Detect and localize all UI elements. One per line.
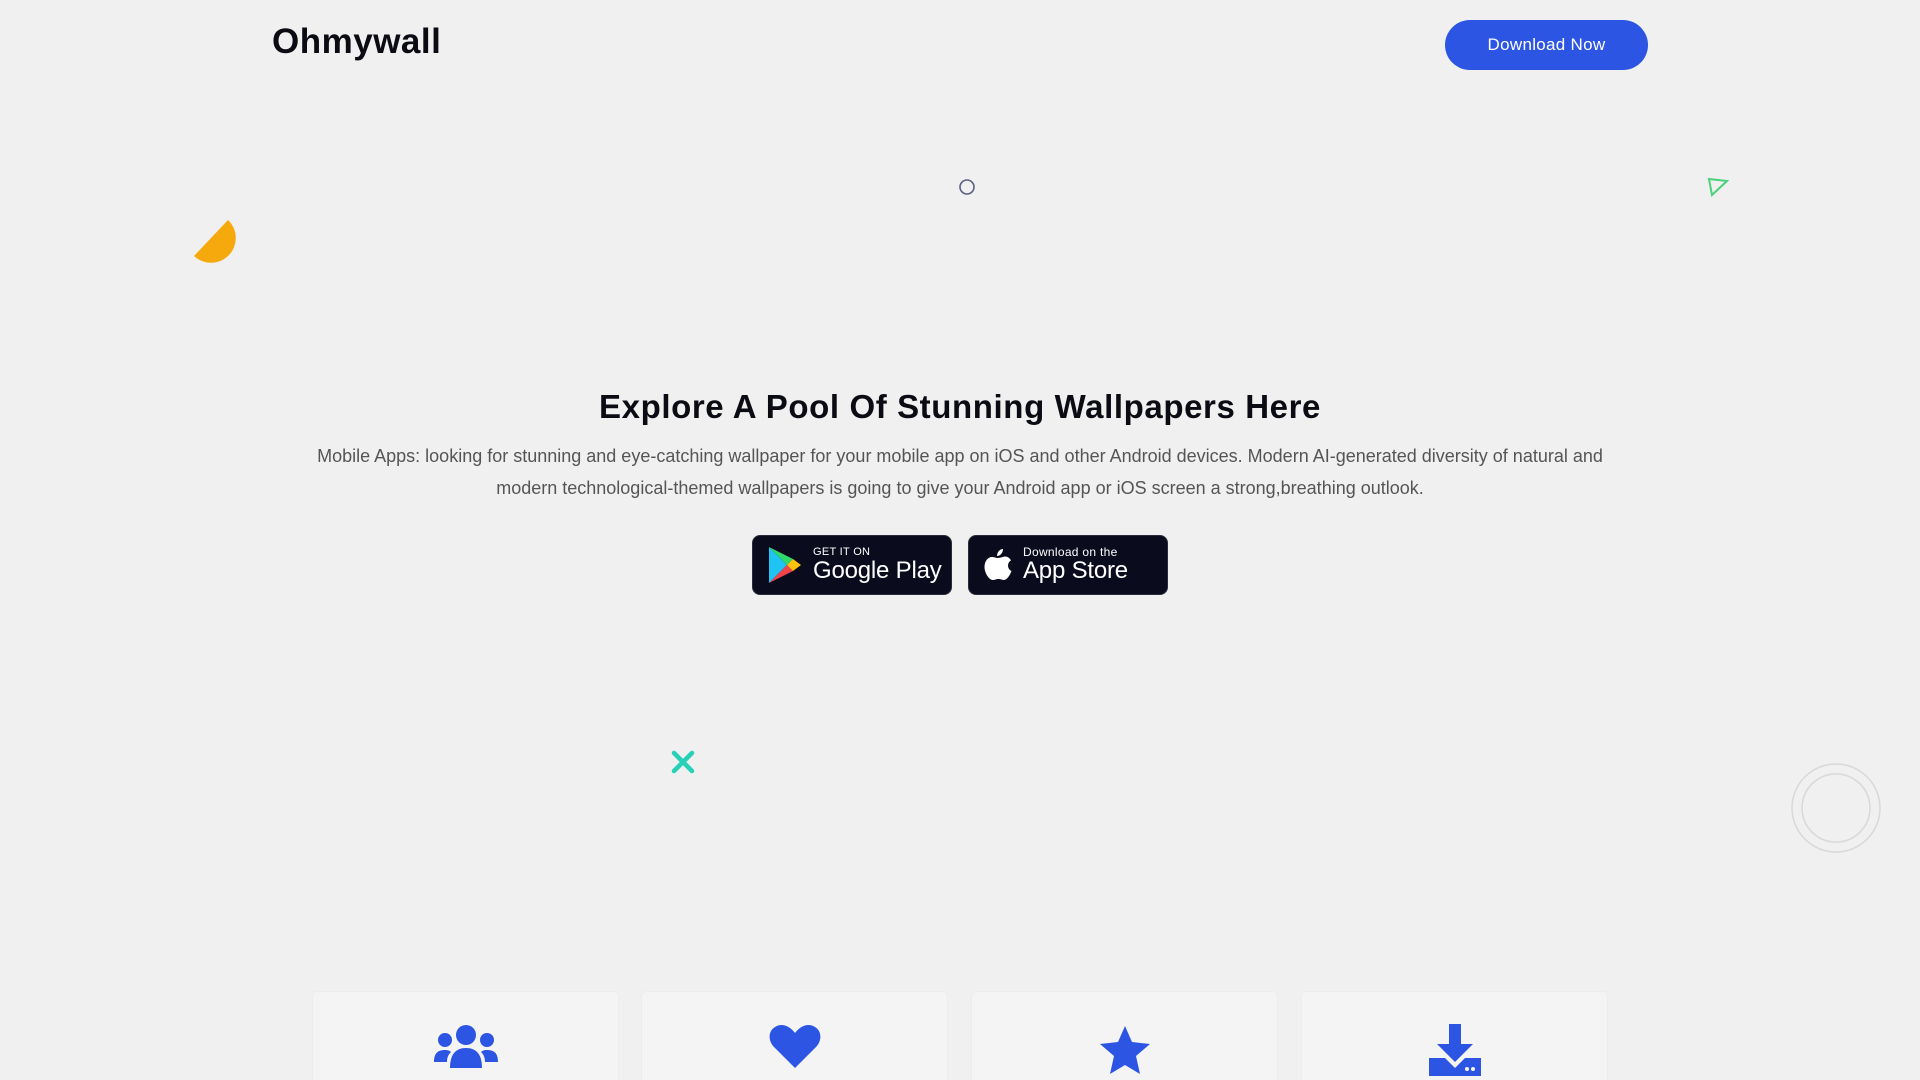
small-ring-shape [959, 179, 975, 195]
star-icon [1098, 1024, 1152, 1080]
google-play-big-text: Google Play [813, 557, 942, 584]
half-moon-shape [194, 220, 236, 263]
brand-logo[interactable]: Ohmywall [272, 22, 441, 62]
app-store-badge[interactable]: Download on the App Store [968, 535, 1168, 595]
apple-icon [983, 547, 1013, 583]
download-now-button[interactable]: Download Now [1445, 20, 1648, 70]
double-ring-shape [1791, 763, 1881, 853]
feature-card-downloads [1302, 992, 1607, 1080]
users-icon [433, 1024, 498, 1080]
landing-page: Ohmywall Download Now Explore A Pool Of … [0, 0, 1920, 1080]
hero-title: Explore A Pool Of Stunning Wallpapers He… [599, 388, 1321, 425]
google-play-icon [767, 545, 803, 585]
feature-card-users [313, 992, 618, 1080]
download-icon [1428, 1024, 1481, 1080]
triangle-shape [1707, 177, 1730, 197]
feature-card-rating [972, 992, 1277, 1080]
google-play-badge[interactable]: GET IT ON Google Play [752, 535, 952, 595]
heart-icon [769, 1024, 821, 1080]
feature-card-favorites [642, 992, 947, 1080]
hero-description: Mobile Apps: looking for stunning and ey… [317, 446, 1603, 498]
x-shape [671, 750, 695, 774]
app-store-big-text: App Store [1023, 557, 1128, 584]
